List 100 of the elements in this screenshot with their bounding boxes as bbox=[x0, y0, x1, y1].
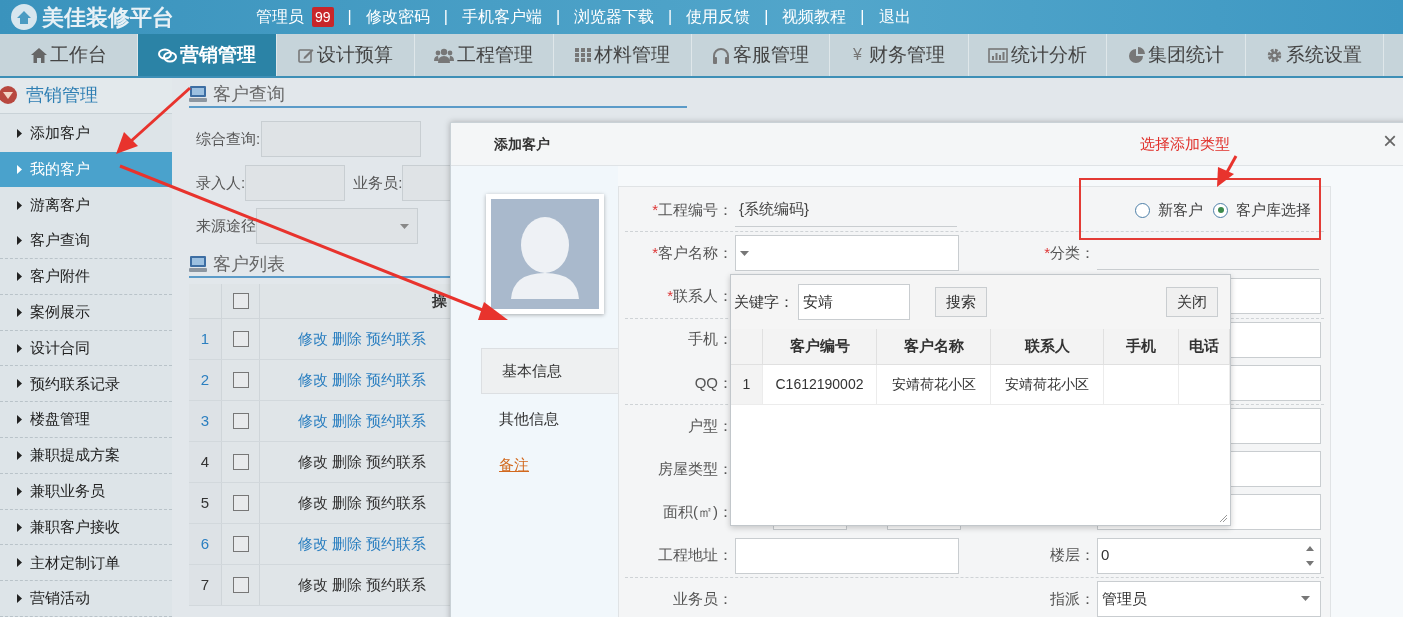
row-actions[interactable]: 修改 删除 预约联系 bbox=[298, 491, 427, 515]
headset-icon bbox=[712, 46, 731, 64]
caret-icon bbox=[17, 129, 22, 139]
search-button[interactable]: 搜索 bbox=[935, 287, 987, 317]
checkbox[interactable] bbox=[232, 577, 249, 593]
caret-icon bbox=[17, 200, 22, 210]
separator: | bbox=[764, 7, 769, 27]
row-actions[interactable]: 修改 删除 预约联系 bbox=[298, 327, 427, 351]
row-actions[interactable]: 修改 删除 预约联系 bbox=[298, 368, 427, 392]
search-field[interactable] bbox=[261, 121, 422, 157]
field-label: 楼层： bbox=[1050, 545, 1095, 566]
row-number: 1 bbox=[200, 328, 210, 349]
column-header: 客户编号 bbox=[789, 336, 850, 357]
sidebar-item[interactable]: 客户附件 bbox=[0, 259, 172, 295]
sidebar-item[interactable]: 预约联系记录 bbox=[0, 366, 172, 403]
nav-tab[interactable]: 营销管理 bbox=[138, 34, 277, 76]
close-button[interactable]: × bbox=[1383, 129, 1397, 153]
sidebar-item[interactable]: 兼职客户接收 bbox=[0, 509, 172, 546]
radio-option[interactable]: 客户库选择 bbox=[1213, 198, 1311, 222]
sidebar-item[interactable]: 游离客户 bbox=[0, 187, 172, 224]
checkbox[interactable] bbox=[232, 293, 249, 309]
sidebar-item[interactable]: 设计合同 bbox=[0, 330, 172, 367]
edit-icon bbox=[297, 47, 314, 63]
radio-button[interactable] bbox=[1135, 202, 1150, 218]
checkbox[interactable] bbox=[232, 372, 249, 388]
sidebar-title: 营销管理 bbox=[26, 83, 98, 107]
field-label: 业务员: bbox=[353, 172, 403, 193]
remarks-link[interactable]: 备注 bbox=[451, 442, 618, 488]
row-number: 5 bbox=[200, 492, 210, 513]
caret-icon bbox=[17, 594, 22, 604]
column-header: 操 bbox=[432, 290, 447, 311]
select-field[interactable] bbox=[735, 235, 959, 272]
field-label: 综合查询: bbox=[196, 128, 261, 149]
checkbox[interactable] bbox=[232, 454, 249, 470]
caret-icon bbox=[17, 307, 22, 317]
field-label: 面积(㎡)： bbox=[663, 502, 733, 523]
select-field[interactable] bbox=[256, 208, 418, 244]
radio-button[interactable] bbox=[1213, 202, 1228, 218]
row-number: 4 bbox=[200, 451, 210, 472]
pie-icon bbox=[1127, 46, 1145, 64]
field-label: 来源途径 bbox=[196, 215, 256, 236]
dialog-title: 添加客户 bbox=[494, 134, 550, 154]
nav-tab[interactable]: 材料管理 bbox=[553, 34, 692, 76]
avatar-icon bbox=[491, 199, 599, 309]
sidebar-item[interactable]: 案例展示 bbox=[0, 294, 172, 331]
nav-tab[interactable]: 客服管理 bbox=[691, 34, 831, 76]
checkbox[interactable] bbox=[232, 495, 249, 511]
row-number: 6 bbox=[200, 533, 210, 554]
side-tab[interactable]: 基本信息 bbox=[481, 348, 618, 394]
caret-icon bbox=[17, 271, 22, 281]
nav-tab[interactable]: ¥ 财务管理 bbox=[830, 34, 969, 76]
input-field[interactable] bbox=[245, 165, 346, 201]
column-header: 手机 bbox=[1126, 336, 1156, 357]
radio-option[interactable]: 新客户 bbox=[1135, 198, 1203, 222]
input-field[interactable] bbox=[735, 537, 959, 574]
row-actions[interactable]: 修改 删除 预约联系 bbox=[298, 573, 427, 597]
keyword-field[interactable]: 安靖 bbox=[798, 284, 910, 320]
sidebar-item[interactable]: 兼职业务员 bbox=[0, 473, 172, 510]
sidebar-item[interactable]: 客户查询 bbox=[0, 223, 172, 260]
number-field[interactable]: 0 bbox=[1097, 537, 1321, 574]
field-label: 房屋类型： bbox=[658, 458, 733, 479]
checkbox[interactable] bbox=[232, 331, 249, 347]
panel-title: 客户查询 bbox=[213, 82, 285, 106]
logo-title: 美佳装修平台 bbox=[42, 3, 175, 32]
nav-tab[interactable]: 统计分析 bbox=[968, 34, 1108, 76]
sidebar-item[interactable]: 添加客户 bbox=[0, 115, 172, 152]
yen-icon: ¥ bbox=[853, 43, 862, 67]
field-label: *工程编号： bbox=[652, 199, 733, 220]
checkbox[interactable] bbox=[232, 536, 249, 552]
caret-icon bbox=[17, 558, 22, 568]
panel-title: 客户列表 bbox=[213, 252, 285, 276]
side-tab[interactable]: 其他信息 bbox=[481, 396, 618, 442]
nav-tab[interactable]: 系统设置 bbox=[1245, 34, 1384, 76]
checkbox[interactable] bbox=[232, 413, 249, 429]
row-actions[interactable]: 修改 删除 预约联系 bbox=[298, 450, 427, 474]
sidebar-item[interactable]: 兼职提成方案 bbox=[0, 438, 172, 474]
sidebar-item[interactable]: 楼盘管理 bbox=[0, 402, 172, 438]
sidebar-item[interactable]: 营销活动 bbox=[0, 581, 172, 617]
nav-tab[interactable]: 设计预算 bbox=[276, 34, 416, 76]
users-icon bbox=[434, 47, 455, 63]
row-actions[interactable]: 修改 删除 预约联系 bbox=[298, 409, 427, 433]
field-label: 录入人: bbox=[196, 172, 246, 193]
caret-icon bbox=[17, 379, 22, 389]
settings-icon bbox=[1266, 46, 1284, 64]
row-actions[interactable]: 修改 删除 预约联系 bbox=[298, 532, 427, 556]
sidebar-item[interactable]: 主材定制订单 bbox=[0, 545, 172, 582]
row-number: 3 bbox=[200, 410, 210, 431]
select-field[interactable]: 管理员 bbox=[1097, 580, 1321, 617]
input-field[interactable]: {系统编码} bbox=[735, 193, 957, 228]
caret-icon bbox=[740, 250, 749, 256]
resize-handle-icon bbox=[1219, 514, 1228, 523]
nav-tab[interactable]: 集团统计 bbox=[1107, 34, 1246, 76]
table-cell-text: 安靖荷花小区 bbox=[1005, 375, 1089, 394]
logo-icon bbox=[10, 3, 38, 31]
row-number: 7 bbox=[200, 574, 210, 595]
caret-icon bbox=[17, 450, 22, 460]
input-field[interactable] bbox=[402, 165, 453, 201]
close-button[interactable]: 关闭 bbox=[1166, 287, 1218, 317]
message-count-badge: 99 bbox=[312, 7, 334, 27]
nav-tab[interactable]: 工程管理 bbox=[415, 34, 554, 76]
